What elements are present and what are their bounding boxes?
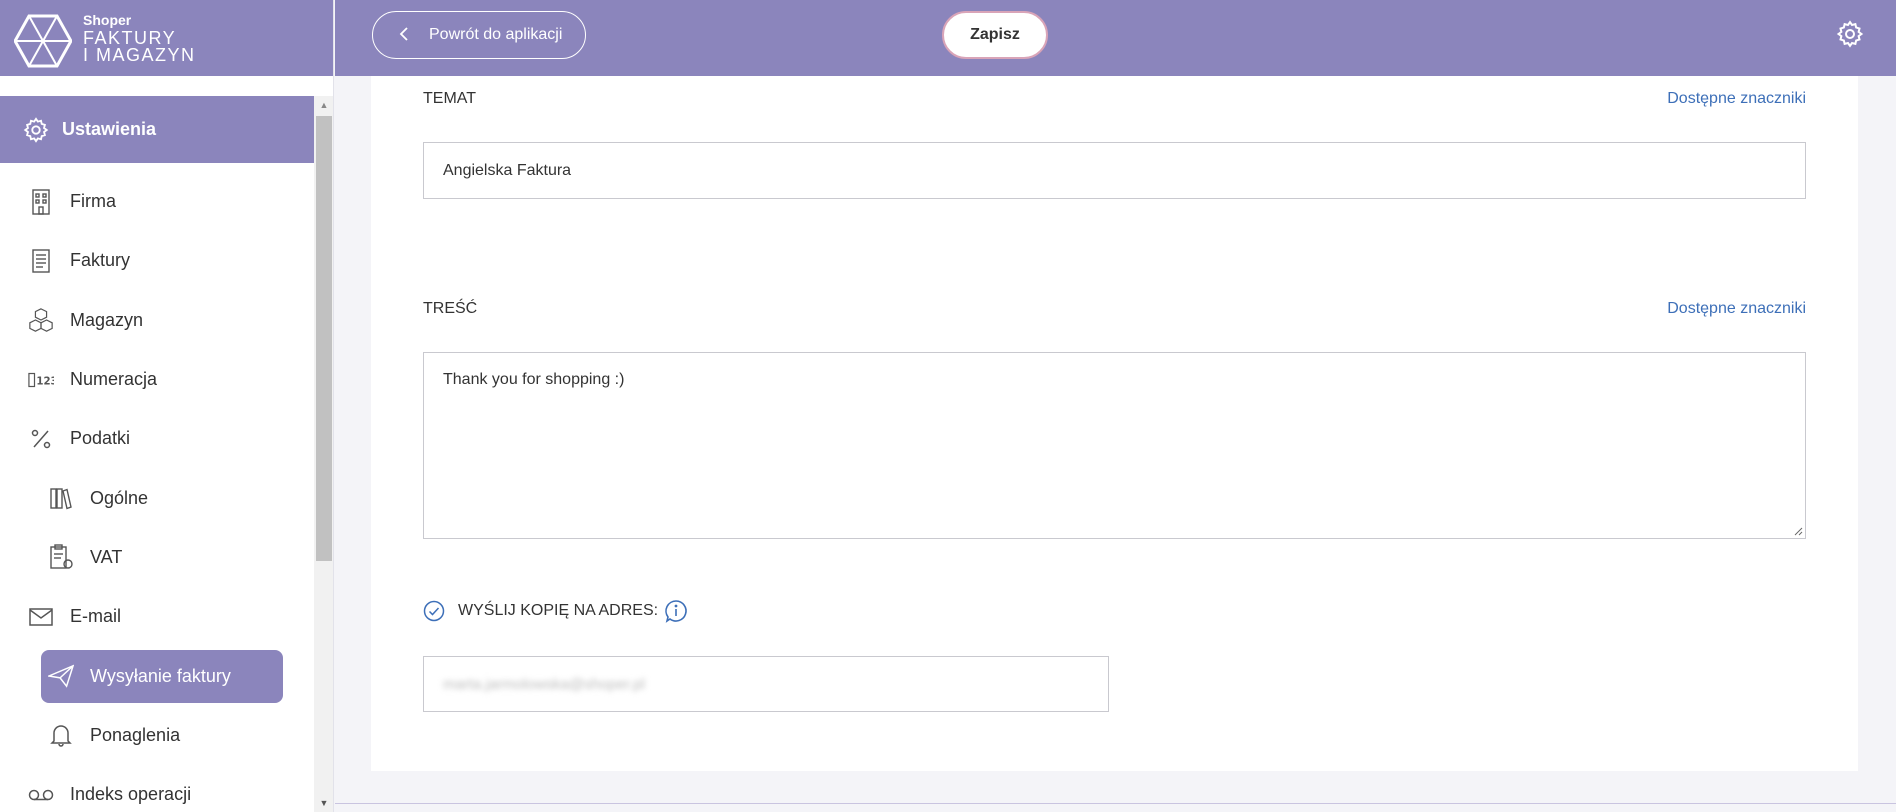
sidebar-item-label: Firma: [70, 191, 116, 212]
settings-nav: Firma Faktury Magazyn 123 Numeracja Poda…: [0, 172, 314, 812]
info-icon[interactable]: [664, 599, 688, 623]
sidebar-item-email[interactable]: E-mail: [0, 587, 314, 646]
brand-name: Shoper FAKTURY I MAGAZYN: [83, 13, 196, 64]
sidebar-item-label: VAT: [90, 546, 123, 567]
copy-email-input[interactable]: marta.jarmolowska@shoper.pl: [423, 656, 1109, 712]
sidebar-scrollbar[interactable]: ▲ ▼: [314, 96, 333, 812]
active-highlight[interactable]: Wysyłanie faktury: [41, 649, 283, 703]
building-icon: [28, 188, 54, 215]
scroll-up-arrow-icon[interactable]: ▲: [314, 96, 333, 114]
sidebar-item-label: Ponaglenia: [90, 724, 181, 745]
boxes-icon: [28, 307, 54, 333]
send-copy-label: WYŚLIJ KOPIĘ NA ADRES:: [458, 602, 659, 619]
back-to-app-button[interactable]: Powrót do aplikacji: [372, 11, 586, 59]
brand-line2: I MAGAZYN: [83, 45, 196, 65]
send-copy-row: WYŚLIJ KOPIĘ NA ADRES:: [423, 599, 688, 623]
voicemail-icon: [28, 782, 54, 808]
settings-header-label: Ustawienia: [62, 119, 157, 139]
sidebar-item-vat[interactable]: VAT: [0, 528, 314, 587]
body-text: Thank you for shopping :): [443, 371, 625, 388]
settings-header[interactable]: Ustawienia: [0, 96, 314, 163]
sidebar-item-label: Numeracja: [70, 369, 158, 390]
scroll-down-arrow-icon[interactable]: ▼: [314, 794, 333, 812]
sidebar-item-numeracja[interactable]: 123 Numeracja: [0, 350, 314, 409]
sidebar-item-indeks-operacji[interactable]: Indeks operacji: [0, 765, 314, 812]
subject-label: TEMAT: [423, 90, 477, 107]
clipboard-icon: [48, 544, 74, 570]
top-bar: Powrót do aplikacji Zapisz: [335, 0, 1896, 76]
sidebar-item-firma[interactable]: Firma: [0, 172, 314, 231]
sidebar-item-label: Ogólne: [90, 487, 149, 508]
percent-icon: [28, 426, 54, 452]
sidebar-item-ponaglenia[interactable]: Ponaglenia: [0, 706, 314, 765]
email-settings-card: TEMAT Dostępne znaczniki Angielska Faktu…: [371, 76, 1858, 771]
sidebar-item-label: Wysyłanie faktury: [90, 665, 231, 686]
sidebar-item-label: Faktury: [70, 250, 131, 271]
sidebar-item-magazyn[interactable]: Magazyn: [0, 291, 314, 350]
document-icon: [28, 248, 54, 274]
settings-gear-icon[interactable]: [1835, 19, 1865, 49]
numbering-icon: 123: [28, 367, 54, 393]
body-textarea[interactable]: Thank you for shopping :): [423, 352, 1806, 539]
sidebar-item-label: E-mail: [70, 606, 122, 627]
sidebar-item-faktury[interactable]: Faktury: [0, 231, 314, 290]
paper-plane-icon: [48, 663, 74, 689]
envelope-icon: [28, 604, 54, 630]
brand-header: Shoper FAKTURY I MAGAZYN: [0, 0, 333, 76]
sidebar-item-wysylanie-faktury[interactable]: Wysyłanie faktury: [0, 646, 314, 705]
svg-text:123: 123: [36, 376, 54, 387]
brand-small: Shoper: [83, 12, 132, 28]
sidebar-item-label: Magazyn: [70, 309, 144, 330]
scroll-thumb[interactable]: [316, 116, 332, 561]
logo-icon: [14, 14, 72, 68]
sidebar-item-podatki[interactable]: Podatki: [0, 409, 314, 468]
back-to-app-label: Powrót do aplikacji: [429, 26, 563, 43]
sidebar-item-ogolne[interactable]: Ogólne: [0, 468, 314, 527]
gear-icon: [23, 116, 49, 143]
body-label: TREŚĆ: [423, 300, 478, 317]
check-circle-icon[interactable]: [423, 600, 445, 622]
bottom-divider: [335, 803, 1896, 804]
chevron-left-icon: [399, 26, 409, 44]
subject-tags-link[interactable]: Dostępne znaczniki: [1667, 90, 1806, 108]
book-icon: [48, 485, 74, 511]
save-button[interactable]: Zapisz: [942, 11, 1048, 59]
subject-input[interactable]: Angielska Faktura: [423, 142, 1806, 199]
sidebar: Shoper FAKTURY I MAGAZYN Ustawienia Firm…: [0, 0, 334, 812]
bell-icon: [48, 722, 74, 748]
sidebar-item-label: Podatki: [70, 428, 131, 449]
copy-email-value: marta.jarmolowska@shoper.pl: [443, 675, 645, 693]
body-tags-link[interactable]: Dostępne znaczniki: [1667, 300, 1806, 318]
resize-handle-icon[interactable]: [1793, 526, 1803, 536]
sidebar-item-label: Indeks operacji: [70, 784, 192, 805]
